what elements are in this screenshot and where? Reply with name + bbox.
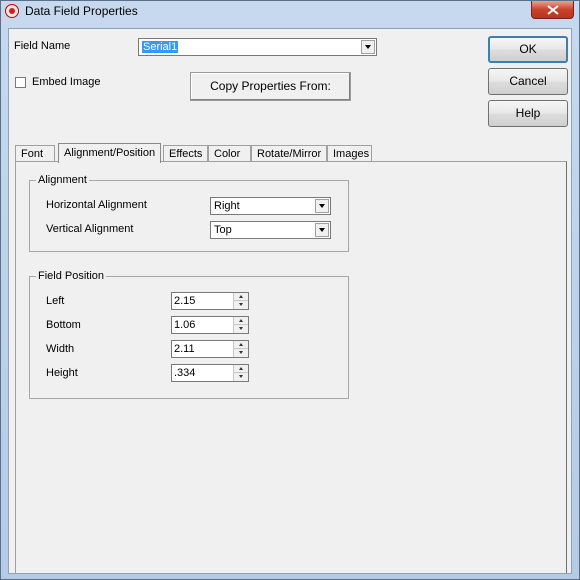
width-spinner[interactable]: 2.11 — [171, 340, 249, 358]
left-spinner[interactable]: 2.15 — [171, 292, 249, 310]
field-name-label: Field Name — [14, 40, 71, 52]
help-button[interactable]: Help — [488, 100, 568, 127]
spin-up-icon[interactable] — [233, 365, 248, 373]
alignment-group: Alignment Horizontal Alignment Right Ver… — [29, 174, 349, 252]
title-bar[interactable]: Data Field Properties — [1, 1, 579, 21]
bottom-label: Bottom — [46, 319, 81, 331]
embed-image-checkbox[interactable] — [15, 77, 26, 88]
tab-panel-alignment-position: Alignment Horizontal Alignment Right Ver… — [15, 161, 567, 573]
close-button[interactable] — [531, 1, 574, 19]
field-position-group-title: Field Position — [36, 270, 107, 282]
field-name-combo[interactable]: Serial1 — [138, 38, 377, 56]
dialog-window: Data Field Properties Field Name Serial1… — [0, 0, 580, 580]
window-title: Data Field Properties — [25, 4, 138, 18]
copy-properties-button[interactable]: Copy Properties From: — [190, 72, 351, 101]
vertical-alignment-value: Top — [214, 224, 232, 236]
tab-color[interactable]: Color — [208, 145, 251, 161]
ok-button[interactable]: OK — [488, 36, 568, 63]
field-position-group: Field Position Left 2.15 Bottom 1.06 Wid… — [29, 270, 349, 399]
width-label: Width — [46, 343, 75, 355]
spin-down-icon[interactable] — [233, 349, 248, 357]
spin-up-icon[interactable] — [233, 341, 248, 349]
left-value: 2.15 — [174, 295, 196, 307]
bottom-spinner[interactable]: 1.06 — [171, 316, 249, 334]
tab-font[interactable]: Font — [15, 145, 55, 161]
tab-rotate-mirror[interactable]: Rotate/Mirror — [251, 145, 327, 161]
cancel-button[interactable]: Cancel — [488, 68, 568, 95]
height-label: Height — [46, 367, 78, 379]
vertical-alignment-select[interactable]: Top — [210, 221, 331, 239]
width-value: 2.11 — [174, 343, 195, 355]
chevron-down-icon[interactable] — [361, 40, 375, 54]
tab-effects[interactable]: Effects — [163, 145, 208, 161]
app-logo-icon — [5, 4, 19, 18]
alignment-group-title: Alignment — [36, 174, 89, 186]
spin-down-icon[interactable] — [233, 373, 248, 381]
spin-up-icon[interactable] — [233, 317, 248, 325]
horizontal-alignment-value: Right — [214, 200, 240, 212]
chevron-down-icon[interactable] — [315, 199, 329, 213]
bottom-value: 1.06 — [174, 319, 196, 331]
field-name-value: Serial1 — [142, 41, 179, 53]
dialog-client-area: Field Name Serial1 Embed Image Copy Prop… — [8, 28, 572, 574]
close-icon — [547, 5, 559, 15]
tab-alignment-position[interactable]: Alignment/Position — [58, 143, 161, 163]
chevron-down-icon[interactable] — [315, 223, 329, 237]
horizontal-alignment-select[interactable]: Right — [210, 197, 331, 215]
height-spinner[interactable]: .334 — [171, 364, 249, 382]
embed-image-label: Embed Image — [32, 76, 101, 88]
height-value: .334 — [174, 367, 196, 379]
spin-down-icon[interactable] — [233, 301, 248, 309]
left-label: Left — [46, 295, 65, 307]
horizontal-alignment-label: Horizontal Alignment — [46, 199, 147, 211]
spin-up-icon[interactable] — [233, 293, 248, 301]
vertical-alignment-label: Vertical Alignment — [46, 223, 134, 235]
spin-down-icon[interactable] — [233, 325, 248, 333]
tab-images[interactable]: Images — [327, 145, 372, 161]
